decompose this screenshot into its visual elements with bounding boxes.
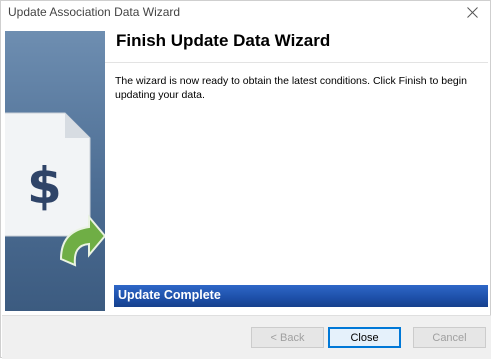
window-title: Update Association Data Wizard	[8, 5, 181, 19]
back-button[interactable]: < Back	[251, 327, 324, 348]
page-description: The wizard is now ready to obtain the la…	[115, 75, 467, 101]
close-icon[interactable]	[461, 3, 483, 21]
heading-divider	[105, 62, 488, 63]
page-title: Finish Update Data Wizard	[116, 31, 331, 50]
status-label: Update Complete	[118, 288, 221, 302]
wizard-window: Update Association Data Wizard $ Finish …	[0, 0, 491, 359]
cancel-button[interactable]: Cancel	[413, 327, 486, 348]
content-panel: Finish Update Data Wizard The wizard is …	[105, 31, 488, 311]
title-bar[interactable]: Update Association Data Wizard	[1, 1, 490, 23]
status-banner: Update Complete	[114, 285, 488, 307]
dollar-sign: $	[27, 157, 62, 215]
document-dollar-arrow-icon: $	[5, 112, 105, 267]
button-footer: < Back Close Cancel	[2, 315, 491, 359]
side-banner: $	[5, 31, 105, 311]
close-button[interactable]: Close	[328, 327, 401, 348]
